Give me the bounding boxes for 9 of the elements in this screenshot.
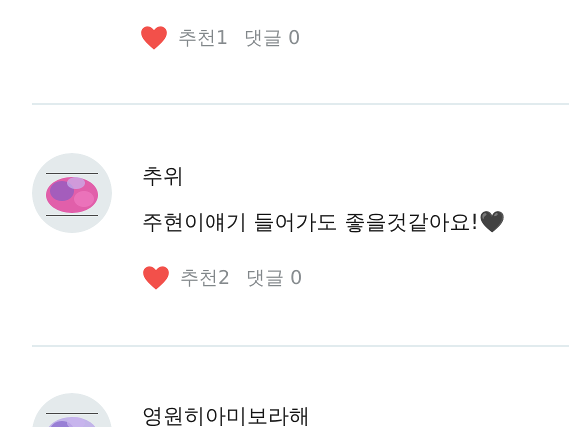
author-name[interactable]: 추위: [142, 161, 505, 192]
heart-icon[interactable]: [140, 25, 168, 52]
recommend-count[interactable]: 추천1: [178, 24, 228, 52]
recommend-count[interactable]: 추천2: [180, 264, 230, 292]
heart-icon[interactable]: [142, 265, 170, 292]
author-name[interactable]: 영원히아미보라해: [142, 401, 310, 427]
comment-text: 주현이얘기 들어가도 좋을것같아요!🖤: [142, 208, 505, 236]
reply-count[interactable]: 댓글 0: [244, 24, 300, 52]
reply-count[interactable]: 댓글 0: [246, 264, 302, 292]
